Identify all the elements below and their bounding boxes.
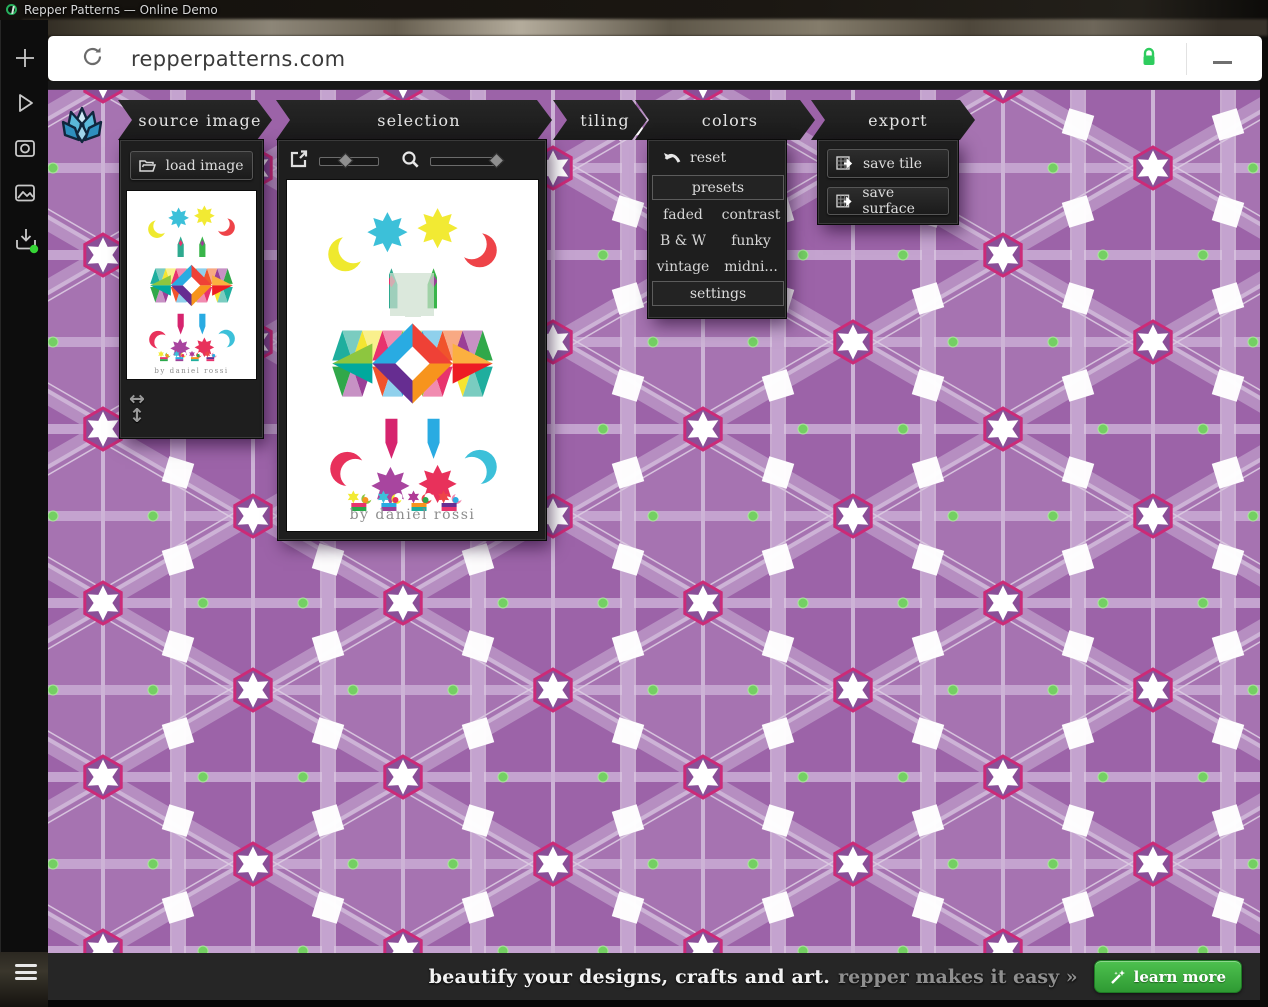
sidebar	[0, 20, 48, 952]
repper-logo	[55, 96, 109, 150]
desktop-background	[22, 19, 1268, 36]
play-icon[interactable]	[13, 91, 37, 115]
camera-icon[interactable]	[13, 136, 37, 160]
source-thumbnail: by daniel rossi	[127, 191, 256, 379]
footer-bar: beautify your designs, crafts and art. r…	[48, 953, 1260, 1000]
address-bar[interactable]: repperpatterns.com	[48, 36, 1262, 81]
window-edge	[48, 81, 1260, 90]
window-title: Repper Patterns — Online Demo	[24, 3, 218, 17]
zoom-slider-thumb[interactable]	[489, 152, 505, 168]
pan-slider[interactable]	[319, 157, 379, 166]
preset-midnight[interactable]: midni...	[717, 259, 785, 275]
screen: Repper Patterns — Online Demo	[0, 0, 1268, 1007]
lock-icon[interactable]	[1140, 46, 1158, 72]
source-image-panel: load image by daniel rossi ↔ ↕	[120, 140, 263, 438]
zoom-icon	[401, 150, 420, 173]
tab-selection[interactable]: selection	[276, 100, 552, 140]
tagline-strong: beautify your designs, crafts and art.	[429, 966, 830, 988]
tab-colors[interactable]: colors	[635, 100, 815, 140]
pan-slider-thumb[interactable]	[338, 152, 354, 168]
preset-vintage[interactable]: vintage	[649, 259, 717, 275]
learn-more-button[interactable]: learn more	[1094, 960, 1242, 993]
save-surface-button[interactable]: save surface	[827, 187, 949, 215]
presets-header-button[interactable]: presets	[652, 175, 784, 200]
plus-icon[interactable]	[13, 46, 37, 70]
app-logo-icon	[6, 4, 17, 15]
import-icon[interactable]	[13, 226, 37, 250]
image-icon[interactable]	[13, 181, 37, 205]
panel-title: export	[858, 111, 928, 130]
export-panel: save tile save surface	[818, 140, 958, 224]
selection-marquee[interactable]	[383, 262, 443, 322]
preset-faded[interactable]: faded	[649, 207, 717, 223]
tagline-muted: repper makes it easy »	[838, 966, 1078, 988]
folder-icon	[139, 159, 156, 173]
save-tile-icon	[836, 156, 854, 171]
window-bottom-edge	[48, 1000, 1260, 1007]
selection-preview[interactable]: by daniel rossi	[287, 180, 538, 531]
tab-export[interactable]: export	[811, 100, 975, 140]
tab-tiling[interactable]: tiling	[553, 100, 647, 140]
panel-title: colors	[692, 111, 758, 130]
pan-icon	[289, 149, 309, 173]
thumbnail-credit: by daniel rossi	[127, 367, 256, 375]
panel-title: selection	[367, 111, 461, 130]
flip-vertical-icon[interactable]: ↕	[129, 408, 145, 425]
colors-panel: reset presets faded contrast B & W funky…	[648, 140, 786, 318]
reset-button[interactable]: reset	[663, 150, 726, 166]
save-tile-button[interactable]: save tile	[827, 149, 949, 178]
preset-contrast[interactable]: contrast	[717, 207, 785, 223]
sidebar-footer	[0, 952, 48, 1007]
preset-funky[interactable]: funky	[717, 233, 785, 249]
preview-credit: by daniel rossi	[287, 507, 538, 523]
panel-title: tiling	[570, 111, 630, 130]
panel-title: source image	[128, 111, 261, 130]
tab-source-image[interactable]: source image	[118, 100, 272, 140]
zoom-slider[interactable]	[430, 157, 500, 166]
preset-bw[interactable]: B & W	[649, 233, 717, 249]
window-titlebar: Repper Patterns — Online Demo	[0, 0, 1268, 19]
undo-icon	[663, 151, 682, 165]
minimize-icon[interactable]	[1213, 61, 1232, 64]
save-surface-icon	[836, 194, 853, 209]
menu-icon[interactable]	[15, 964, 37, 980]
url-text[interactable]: repperpatterns.com	[131, 47, 345, 71]
selection-panel: by daniel rossi	[278, 140, 546, 540]
reload-icon[interactable]	[80, 44, 105, 73]
divider	[1186, 43, 1187, 75]
load-image-button[interactable]: load image	[130, 151, 253, 180]
wand-icon	[1110, 969, 1126, 985]
settings-button[interactable]: settings	[652, 281, 784, 306]
